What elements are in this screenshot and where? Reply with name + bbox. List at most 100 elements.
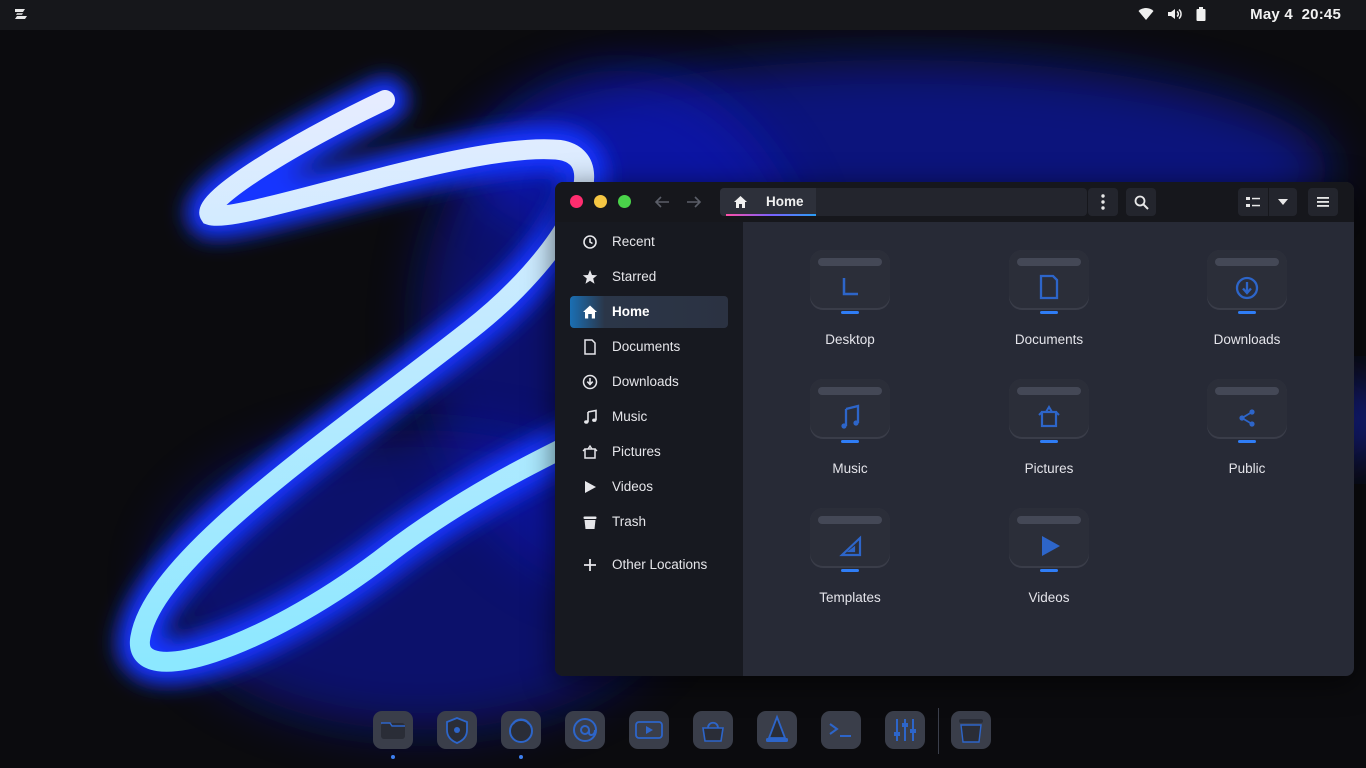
folder-pictures[interactable]: Pictures — [979, 377, 1119, 492]
search-icon — [1134, 195, 1149, 210]
clock-icon — [583, 235, 597, 249]
wifi-icon — [1138, 7, 1154, 21]
sidebar-item-documents[interactable]: Documents — [570, 331, 728, 363]
chevron-down-icon — [1278, 199, 1288, 205]
vertical-dots-icon — [1101, 194, 1105, 210]
path-menu-button[interactable] — [1088, 188, 1118, 216]
dock-mail-app[interactable] — [564, 710, 606, 750]
folder-icon — [1009, 250, 1089, 314]
sidebar-item-starred[interactable]: Starred — [570, 261, 728, 293]
dock-files-app[interactable] — [372, 710, 414, 750]
clock[interactable]: May 4 20:45 — [1250, 6, 1341, 23]
close-button[interactable] — [570, 195, 583, 208]
trash-icon — [583, 516, 597, 529]
folder-music[interactable]: Music — [780, 377, 920, 492]
folder-label: Videos — [1028, 590, 1070, 605]
dock-mixer-app[interactable] — [884, 710, 926, 750]
terminal-app-icon — [821, 711, 861, 749]
home-icon — [583, 305, 597, 319]
dock-security-app[interactable] — [436, 710, 478, 750]
running-indicator — [519, 755, 523, 759]
folder-templates[interactable]: Templates — [780, 506, 920, 621]
view-options-dropdown[interactable] — [1269, 188, 1297, 216]
mixer-app-icon — [885, 711, 925, 749]
software-app-icon — [693, 711, 733, 749]
folder-downloads[interactable]: Downloads — [1177, 248, 1317, 363]
dock-software-app[interactable] — [692, 710, 734, 750]
folder-icon — [1207, 250, 1287, 314]
zorin-logo-icon[interactable] — [12, 6, 28, 22]
folder-documents[interactable]: Documents — [979, 248, 1119, 363]
top-panel: May 4 20:45 — [0, 0, 1366, 30]
clock-date: May 4 — [1250, 6, 1293, 23]
arrow-left-icon — [654, 196, 669, 208]
sidebar-item-recent[interactable]: Recent — [570, 226, 728, 258]
sidebar-item-label: Home — [612, 304, 650, 319]
folder-label: Templates — [819, 590, 881, 605]
view-list-button[interactable] — [1238, 188, 1268, 216]
running-indicator — [391, 755, 395, 759]
arrow-right-icon — [687, 196, 702, 208]
path-crumb-home[interactable]: Home — [720, 188, 816, 216]
music-note-icon — [584, 409, 597, 424]
dock-trash[interactable] — [950, 710, 992, 750]
media-app-icon — [629, 711, 669, 749]
clock-time: 20:45 — [1301, 6, 1341, 23]
vlc-app-icon — [757, 711, 797, 749]
forward-button[interactable] — [679, 188, 709, 216]
files-app-icon — [373, 711, 413, 749]
back-button[interactable] — [647, 188, 677, 216]
dock-firefox-app[interactable] — [500, 710, 542, 750]
main-menu-button[interactable] — [1308, 188, 1338, 216]
system-status-area[interactable] — [1138, 7, 1206, 21]
folder-label: Downloads — [1213, 332, 1281, 347]
trash-app-icon — [951, 711, 991, 749]
dock-terminal-app[interactable] — [820, 710, 862, 750]
folder-icon — [1207, 379, 1287, 443]
sidebar-item-other-locations[interactable]: Other Locations — [570, 549, 728, 581]
security-app-icon — [437, 711, 477, 749]
dock-media-app[interactable] — [628, 710, 670, 750]
path-crumb-label: Home — [766, 194, 804, 209]
hamburger-icon — [1317, 197, 1329, 207]
download-icon — [582, 374, 598, 390]
minimize-button[interactable] — [594, 195, 607, 208]
firefox-app-icon — [501, 711, 541, 749]
dock-separator — [938, 708, 939, 754]
sidebar-item-music[interactable]: Music — [570, 401, 728, 433]
star-icon — [582, 270, 598, 284]
dock-vlc-app[interactable] — [756, 710, 798, 750]
sidebar-item-trash[interactable]: Trash — [570, 506, 728, 538]
sidebar-item-home[interactable]: Home — [570, 296, 728, 328]
sidebar-item-label: Pictures — [612, 444, 661, 459]
sidebar-item-videos[interactable]: Videos — [570, 471, 728, 503]
mail-app-icon — [565, 711, 605, 749]
list-view-icon — [1246, 197, 1260, 207]
picture-icon — [582, 444, 598, 459]
folder-label: Desktop — [825, 332, 875, 347]
dock — [0, 700, 1366, 768]
document-icon — [584, 339, 596, 355]
sidebar-item-label: Starred — [612, 269, 657, 284]
folder-icon — [1009, 508, 1089, 572]
play-icon — [585, 481, 596, 493]
sidebar-item-downloads[interactable]: Downloads — [570, 366, 728, 398]
sidebar-item-label: Other Locations — [612, 557, 708, 572]
battery-icon — [1196, 7, 1206, 21]
sidebar-item-label: Documents — [612, 339, 681, 354]
folder-icon — [1009, 379, 1089, 443]
folder-desktop[interactable]: Desktop — [780, 248, 920, 363]
path-bar[interactable]: Home — [720, 188, 1087, 216]
folder-icon — [810, 379, 890, 443]
folder-label: Music — [832, 461, 868, 476]
sidebar-item-label: Music — [612, 409, 648, 424]
folder-icon — [810, 250, 890, 314]
plus-icon — [584, 559, 596, 571]
folder-label: Public — [1228, 461, 1266, 476]
search-button[interactable] — [1126, 188, 1156, 216]
folder-videos[interactable]: Videos — [979, 506, 1119, 621]
home-icon — [734, 196, 747, 208]
folder-public[interactable]: Public — [1177, 377, 1317, 492]
maximize-button[interactable] — [618, 195, 631, 208]
sidebar-item-pictures[interactable]: Pictures — [570, 436, 728, 468]
